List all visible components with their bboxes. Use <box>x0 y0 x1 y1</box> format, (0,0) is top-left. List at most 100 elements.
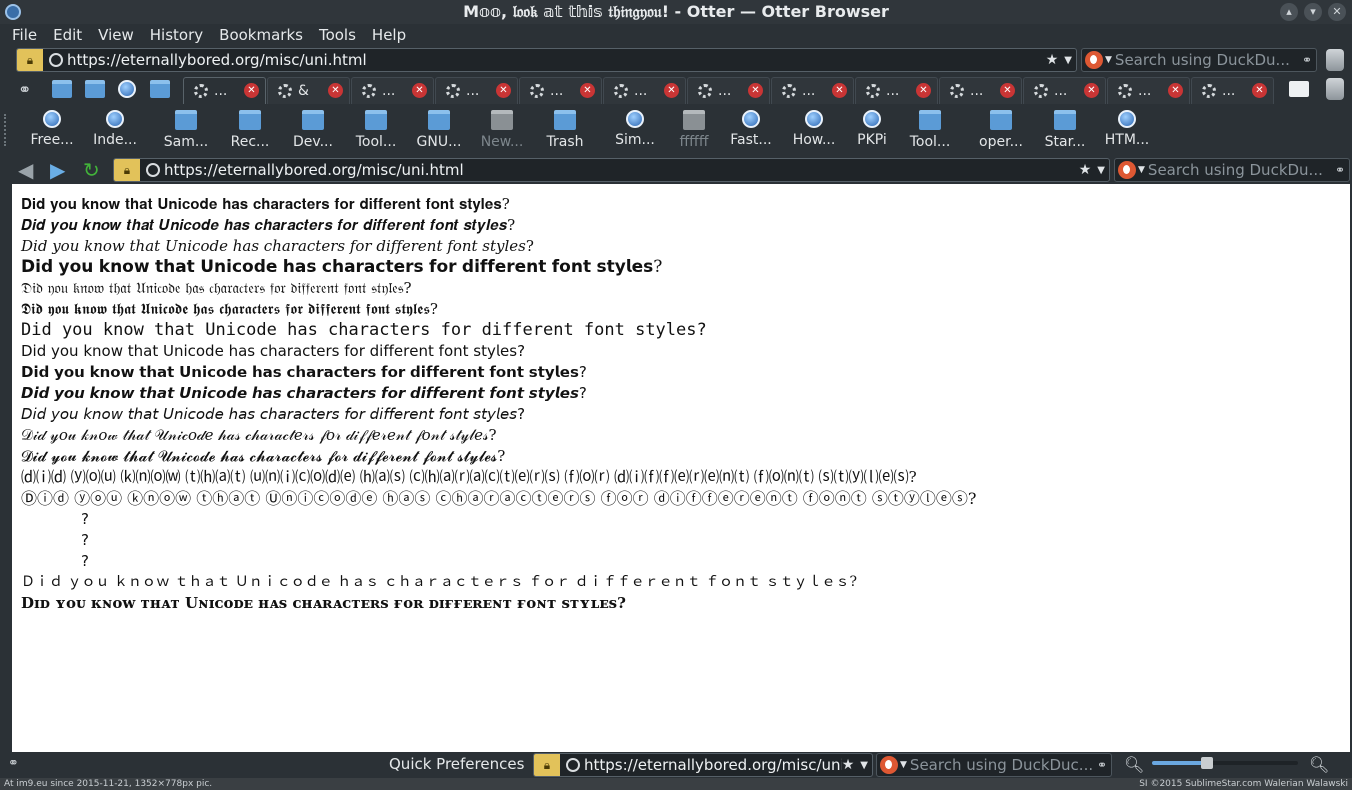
close-tab-icon[interactable]: ✕ <box>664 83 679 98</box>
forward-arrow-icon[interactable]: ▶ <box>50 159 65 181</box>
tab-9[interactable]: ... ✕ <box>939 77 1022 104</box>
lock-icon[interactable]: 🔒︎ <box>17 49 43 71</box>
tab-8[interactable]: ... ✕ <box>855 77 938 104</box>
search-field[interactable]: ▼ Search using DuckDu... ⚭ <box>1114 158 1350 182</box>
bookmark-folder[interactable]: Tool... <box>900 108 960 156</box>
minimize-button[interactable]: ▴ <box>1280 3 1298 21</box>
search-engine-dropdown-icon[interactable]: ▼ <box>1105 55 1112 65</box>
close-tab-icon[interactable]: ✕ <box>1252 83 1267 98</box>
toolbar-grip-icon[interactable] <box>4 114 8 146</box>
menu-file[interactable]: File <box>12 25 37 45</box>
zoom-slider[interactable] <box>1152 761 1298 765</box>
bookmark-folder[interactable]: Tool... <box>346 108 406 156</box>
reload-icon[interactable]: ↻ <box>83 159 100 181</box>
web-icon[interactable] <box>118 80 136 98</box>
close-tab-icon[interactable]: ✕ <box>1000 83 1015 98</box>
duckduckgo-icon[interactable] <box>1085 51 1103 69</box>
menu-bookmarks[interactable]: Bookmarks <box>219 25 303 45</box>
close-tab-icon[interactable]: ✕ <box>580 83 595 98</box>
bookmark-folder[interactable]: GNU... <box>409 108 469 156</box>
close-tab-icon[interactable]: ✕ <box>1084 83 1099 98</box>
tab-10[interactable]: ... ✕ <box>1023 77 1106 104</box>
address-dropdown-icon[interactable]: ▼ <box>860 760 868 771</box>
folder-icon[interactable] <box>85 80 105 98</box>
binoculars-icon[interactable]: ⚭ <box>1097 758 1107 772</box>
bookmark-folder[interactable]: Trash <box>535 108 595 156</box>
tab-6[interactable]: ... ✕ <box>687 77 770 104</box>
duckduckgo-icon[interactable] <box>1118 161 1136 179</box>
address-url[interactable]: https://eternallybored.org/misc/uni.html <box>164 161 464 179</box>
binoculars-icon[interactable]: ⚭ <box>1335 163 1345 177</box>
bookmark-item[interactable]: Free... <box>22 108 82 156</box>
bookmark-folder[interactable]: oper... <box>971 108 1031 156</box>
bookmark-folder[interactable]: Dev... <box>283 108 343 156</box>
trash-icon[interactable] <box>1326 49 1344 71</box>
folder-icon[interactable] <box>52 80 72 98</box>
tab-7[interactable]: ... ✕ <box>771 77 854 104</box>
duckduckgo-icon[interactable] <box>880 756 898 774</box>
tab-label: ... <box>1138 83 1152 99</box>
tab-11[interactable]: ... ✕ <box>1107 77 1190 104</box>
menu-tools[interactable]: Tools <box>319 25 356 45</box>
bookmark-folder[interactable]: Rec... <box>220 108 280 156</box>
bookmark-star-icon[interactable]: ★ <box>842 757 855 773</box>
close-tab-icon[interactable]: ✕ <box>412 83 427 98</box>
lock-icon[interactable]: 🔒︎ <box>114 159 140 181</box>
address-field[interactable]: 🔒︎ https://eternallybored.org/misc/uni.h… <box>113 158 1110 182</box>
closed-tabs-trash-icon[interactable] <box>1326 78 1344 100</box>
bookmark-folder[interactable]: Star... <box>1035 108 1095 156</box>
binoculars-icon[interactable]: ⚭ <box>8 756 19 771</box>
status-search-field[interactable]: ▼ Search using DuckDuc... ⚭ <box>876 753 1112 777</box>
search-engine-dropdown-icon[interactable]: ▼ <box>1138 165 1145 175</box>
menu-help[interactable]: Help <box>372 25 406 45</box>
menu-edit[interactable]: Edit <box>53 25 82 45</box>
address-dropdown-icon[interactable]: ▼ <box>1064 55 1072 66</box>
binoculars-icon[interactable]: ⚭ <box>1302 53 1312 67</box>
bookmark-folder[interactable]: Sam... <box>156 108 216 156</box>
address-dropdown-icon[interactable]: ▼ <box>1097 165 1105 176</box>
address-field-top[interactable]: 🔒︎ https://eternallybored.org/misc/uni.h… <box>16 48 1077 72</box>
tab-3[interactable]: ... ✕ <box>435 77 518 104</box>
tab-12[interactable]: ... ✕ <box>1191 77 1274 104</box>
bookmark-item[interactable]: PKPi <box>842 108 902 156</box>
new-tab-icon[interactable] <box>1289 81 1309 97</box>
zoom-in-icon[interactable]: 🔍︎ <box>1309 755 1329 774</box>
close-window-button[interactable]: ✕ <box>1328 3 1346 21</box>
close-tab-icon[interactable]: ✕ <box>328 83 343 98</box>
close-tab-icon[interactable]: ✕ <box>1168 83 1183 98</box>
status-url[interactable]: https://eternallybored.org/misc/uni <box>584 756 845 774</box>
bookmark-star-icon[interactable]: ★ <box>1046 52 1059 68</box>
close-tab-icon[interactable]: ✕ <box>832 83 847 98</box>
zoom-slider-handle[interactable] <box>1201 757 1214 769</box>
binoculars-icon[interactable]: ⚭ <box>18 80 38 99</box>
bookmark-item[interactable]: HTM... <box>1097 108 1157 156</box>
zoom-out-icon[interactable]: 🔍︎ <box>1124 755 1144 774</box>
folder-icon[interactable] <box>150 80 170 98</box>
bookmark-folder[interactable]: ffffff <box>664 108 724 156</box>
menu-view[interactable]: View <box>98 25 134 45</box>
address-url[interactable]: https://eternallybored.org/misc/uni.html <box>67 51 367 69</box>
bookmark-item[interactable]: Inde... <box>85 108 145 156</box>
quick-preferences-button[interactable]: Quick Preferences <box>389 755 524 773</box>
search-field-top[interactable]: ▼ Search using DuckDu... ⚭ <box>1081 48 1317 72</box>
tab-2[interactable]: ... ✕ <box>351 77 434 104</box>
maximize-button[interactable]: ▾ <box>1304 3 1322 21</box>
tab-4[interactable]: ... ✕ <box>519 77 602 104</box>
tab-0[interactable]: ... ✕ <box>183 77 266 104</box>
bookmark-item[interactable]: How... <box>784 108 844 156</box>
menu-history[interactable]: History <box>150 25 203 45</box>
close-tab-icon[interactable]: ✕ <box>244 83 259 98</box>
search-engine-dropdown-icon[interactable]: ▼ <box>900 760 907 770</box>
tab-5[interactable]: ... ✕ <box>603 77 686 104</box>
bookmark-item[interactable]: Fast... <box>721 108 781 156</box>
lock-icon[interactable]: 🔒︎ <box>534 754 560 776</box>
tab-1[interactable]: & ✕ <box>267 77 350 104</box>
close-tab-icon[interactable]: ✕ <box>496 83 511 98</box>
status-address-field[interactable]: 🔒︎ https://eternallybored.org/misc/uni ★… <box>533 753 873 777</box>
bookmark-star-icon[interactable]: ★ <box>1079 162 1092 178</box>
close-tab-icon[interactable]: ✕ <box>748 83 763 98</box>
close-tab-icon[interactable]: ✕ <box>916 83 931 98</box>
back-arrow-icon[interactable]: ◀ <box>18 159 33 181</box>
bookmark-item[interactable]: Sim... <box>605 108 665 156</box>
bookmark-folder[interactable]: New... <box>472 108 532 156</box>
